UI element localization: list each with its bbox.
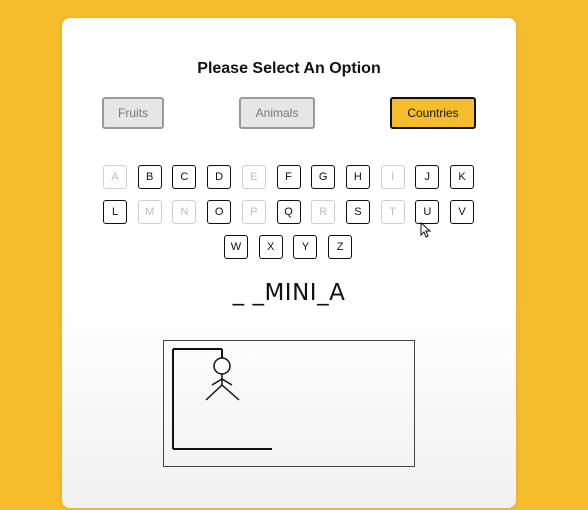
key-u[interactable]: U xyxy=(415,200,440,224)
option-fruits-button[interactable]: Fruits xyxy=(102,97,164,129)
page-title: Please Select An Option xyxy=(197,60,381,77)
option-countries-button[interactable]: Countries xyxy=(390,97,476,129)
key-v[interactable]: V xyxy=(450,200,474,224)
word-display: _ _MINI_A xyxy=(232,280,346,306)
hangman-drawing xyxy=(172,348,272,450)
hangman-right-leg xyxy=(221,384,240,401)
mouse-cursor-icon xyxy=(420,222,432,238)
key-y[interactable]: Y xyxy=(293,235,318,259)
game-card: Please Select An Option Fruits Animals C… xyxy=(62,18,516,508)
key-d[interactable]: D xyxy=(207,165,232,189)
key-f[interactable]: F xyxy=(276,165,301,189)
key-c[interactable]: C xyxy=(172,165,197,189)
key-w[interactable]: W xyxy=(224,235,248,259)
key-j[interactable]: J xyxy=(415,165,440,189)
key-n[interactable]: N xyxy=(172,200,197,224)
key-e[interactable]: E xyxy=(241,165,266,189)
hangman-right-arm xyxy=(221,378,233,386)
key-x[interactable]: X xyxy=(258,235,283,259)
key-b[interactable]: B xyxy=(137,165,162,189)
key-m[interactable]: M xyxy=(137,200,162,224)
key-a[interactable]: A xyxy=(103,165,127,189)
key-t[interactable]: T xyxy=(380,200,405,224)
key-p[interactable]: P xyxy=(241,200,266,224)
key-r[interactable]: R xyxy=(311,200,336,224)
key-i[interactable]: I xyxy=(380,165,405,189)
key-z[interactable]: Z xyxy=(328,235,353,259)
key-g[interactable]: G xyxy=(311,165,336,189)
hangman-head xyxy=(213,357,231,375)
option-animals-button[interactable]: Animals xyxy=(239,97,315,129)
key-k[interactable]: K xyxy=(450,165,474,189)
key-l[interactable]: L xyxy=(103,200,127,224)
key-o[interactable]: O xyxy=(207,200,232,224)
hangman-canvas xyxy=(163,340,415,467)
key-q[interactable]: Q xyxy=(276,200,301,224)
hangman-left-arm xyxy=(211,378,223,386)
key-h[interactable]: H xyxy=(345,165,370,189)
hangman-left-leg xyxy=(205,384,223,401)
key-s[interactable]: S xyxy=(345,200,370,224)
